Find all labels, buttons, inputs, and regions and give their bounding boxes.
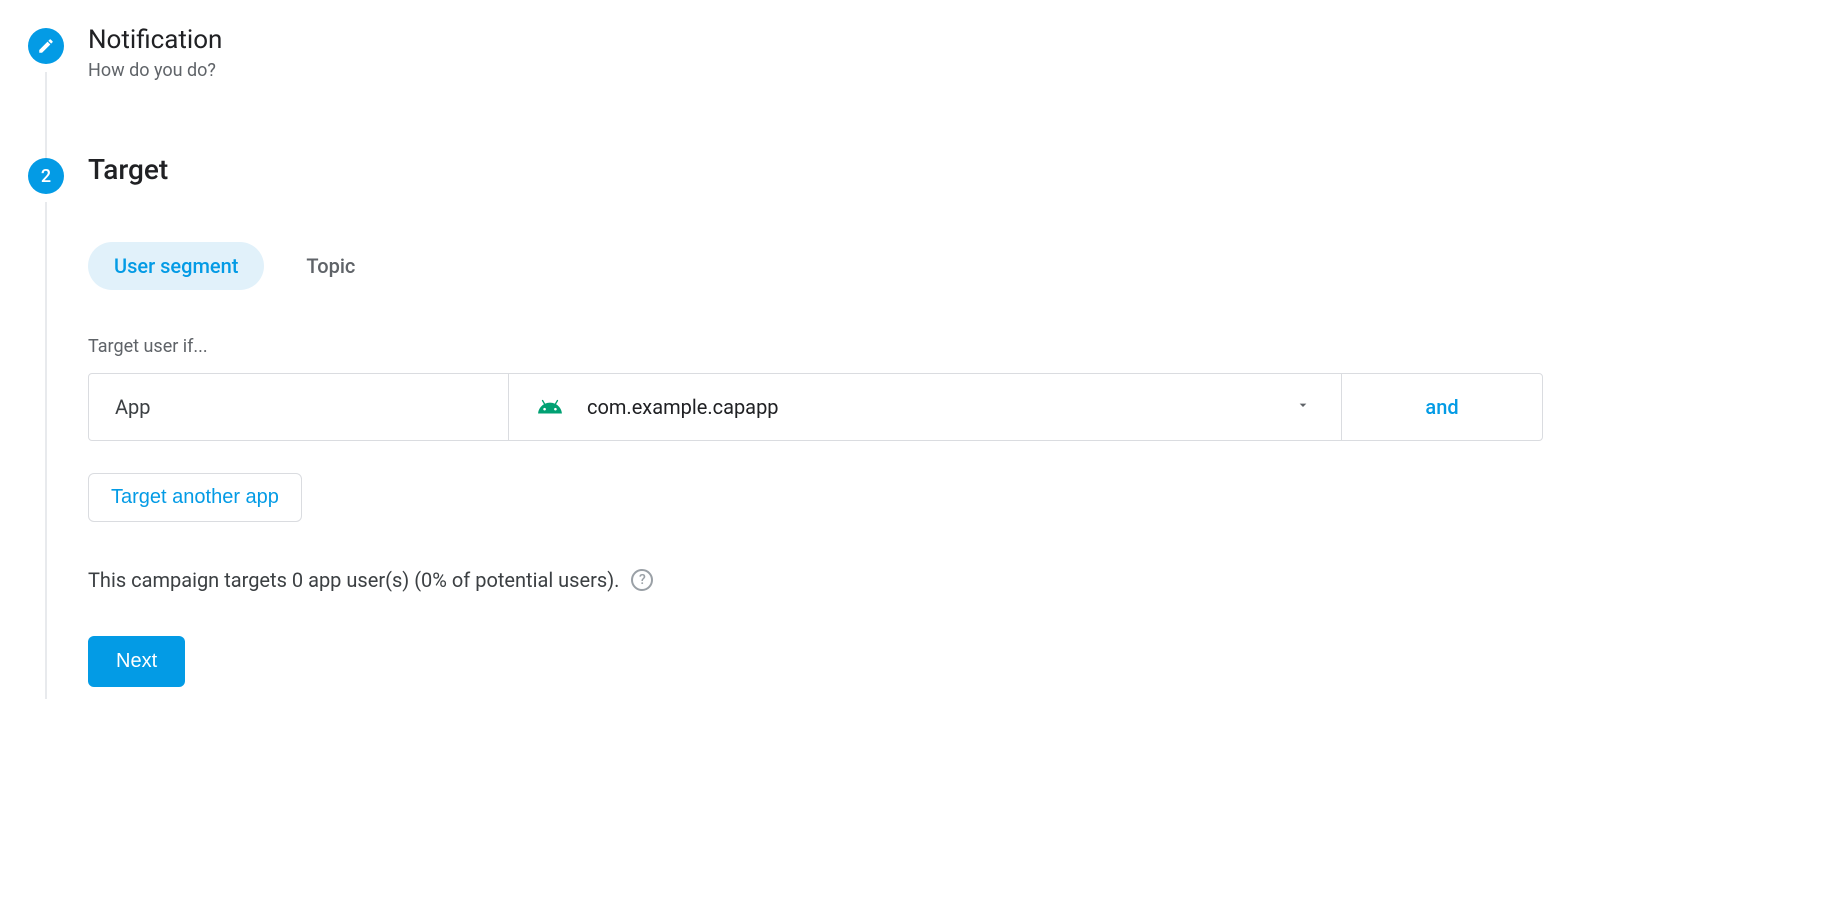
condition-label: Target user if... bbox=[88, 336, 1808, 357]
tab-user-segment[interactable]: User segment bbox=[88, 242, 264, 290]
step-subtitle-notification: How do you do? bbox=[88, 60, 1808, 81]
target-filter-row: App com.example.capapp and bbox=[88, 373, 1543, 441]
pencil-icon bbox=[37, 37, 55, 55]
help-icon[interactable]: ? bbox=[631, 569, 653, 591]
tab-topic[interactable]: Topic bbox=[280, 242, 381, 290]
and-label: and bbox=[1425, 395, 1458, 419]
app-package-label: com.example.capapp bbox=[587, 395, 1271, 419]
app-select[interactable]: com.example.capapp bbox=[509, 374, 1342, 440]
step-badge-target: 2 bbox=[28, 158, 64, 194]
target-another-app-button[interactable]: Target another app bbox=[88, 473, 302, 522]
step-connector bbox=[45, 72, 47, 166]
step-connector bbox=[45, 202, 47, 699]
campaign-note-text: This campaign targets 0 app user(s) (0% … bbox=[88, 568, 619, 592]
and-button[interactable]: and bbox=[1342, 374, 1542, 440]
filter-type-cell[interactable]: App bbox=[89, 374, 509, 440]
chevron-down-icon bbox=[1295, 397, 1323, 417]
next-button[interactable]: Next bbox=[88, 636, 185, 687]
step-title-notification: Notification bbox=[88, 24, 1808, 56]
step-badge-notification bbox=[28, 28, 64, 64]
segment-tabs: User segment Topic bbox=[88, 242, 1808, 290]
step-target: 2 Target User segment Topic Target user … bbox=[28, 154, 1808, 687]
step-title-target: Target bbox=[88, 154, 1808, 186]
filter-type-label: App bbox=[115, 395, 151, 419]
campaign-note: This campaign targets 0 app user(s) (0% … bbox=[88, 568, 1808, 592]
android-icon bbox=[537, 394, 563, 420]
step-notification[interactable]: Notification How do you do? bbox=[28, 24, 1808, 154]
